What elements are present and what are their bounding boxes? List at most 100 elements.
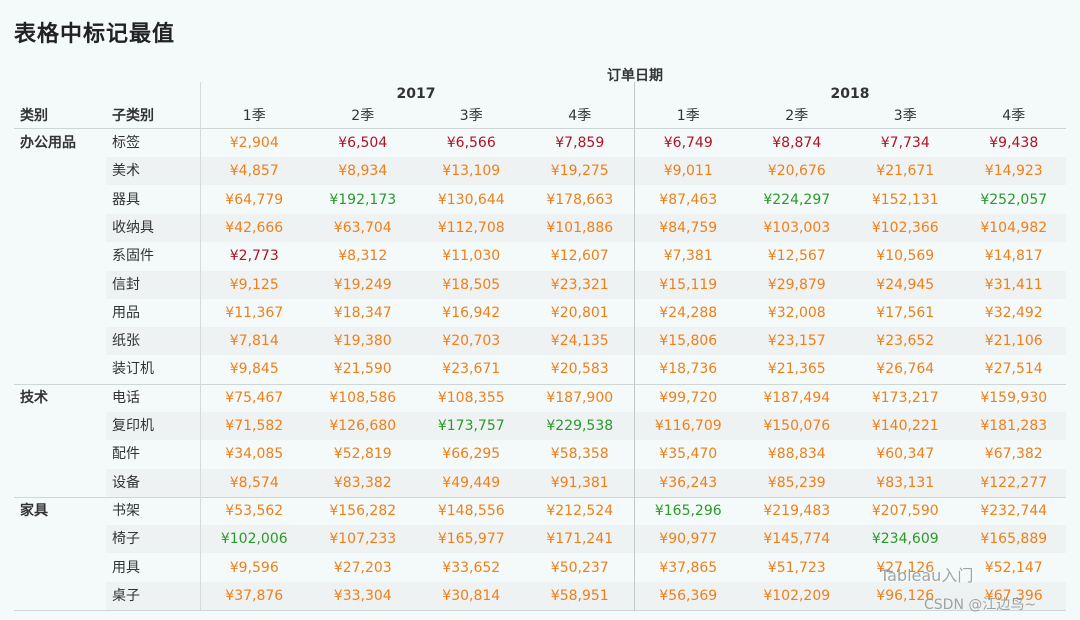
sales-value-cell[interactable]: ¥156,282 bbox=[309, 497, 418, 525]
sales-value-cell[interactable]: ¥63,704 bbox=[309, 214, 418, 242]
sales-value-cell[interactable]: ¥21,365 bbox=[743, 355, 852, 383]
sales-value-cell[interactable]: ¥64,779 bbox=[200, 186, 309, 214]
sales-value-cell[interactable]: ¥6,504 bbox=[309, 129, 418, 157]
sales-value-cell[interactable]: ¥88,834 bbox=[743, 440, 852, 468]
sales-value-cell[interactable]: ¥8,934 bbox=[309, 157, 418, 185]
sales-value-cell[interactable]: ¥102,366 bbox=[851, 214, 960, 242]
sales-value-cell[interactable]: ¥181,283 bbox=[960, 412, 1069, 440]
sales-value-cell[interactable]: ¥27,203 bbox=[309, 554, 418, 582]
sales-value-cell[interactable]: ¥9,438 bbox=[960, 129, 1069, 157]
sales-value-cell[interactable]: ¥37,865 bbox=[634, 554, 743, 582]
sales-value-cell[interactable]: ¥30,814 bbox=[417, 582, 526, 610]
sales-value-cell[interactable]: ¥35,470 bbox=[634, 440, 743, 468]
sales-value-cell[interactable]: ¥32,492 bbox=[960, 299, 1069, 327]
sales-value-cell[interactable]: ¥7,734 bbox=[851, 129, 960, 157]
sales-value-cell[interactable]: ¥224,297 bbox=[743, 186, 852, 214]
sales-value-cell[interactable]: ¥33,304 bbox=[309, 582, 418, 610]
sales-value-cell[interactable]: ¥56,369 bbox=[634, 582, 743, 610]
sales-value-cell[interactable]: ¥42,666 bbox=[200, 214, 309, 242]
sales-value-cell[interactable]: ¥29,879 bbox=[743, 271, 852, 299]
sales-value-cell[interactable]: ¥27,514 bbox=[960, 355, 1069, 383]
sales-value-cell[interactable]: ¥107,233 bbox=[309, 525, 418, 553]
sales-value-cell[interactable]: ¥36,243 bbox=[634, 469, 743, 497]
sales-value-cell[interactable]: ¥87,463 bbox=[634, 186, 743, 214]
sales-value-cell[interactable]: ¥9,596 bbox=[200, 554, 309, 582]
sales-value-cell[interactable]: ¥53,562 bbox=[200, 497, 309, 525]
sales-value-cell[interactable]: ¥7,381 bbox=[634, 242, 743, 270]
sales-value-cell[interactable]: ¥8,874 bbox=[743, 129, 852, 157]
sales-value-cell[interactable]: ¥148,556 bbox=[417, 497, 526, 525]
sales-value-cell[interactable]: ¥21,671 bbox=[851, 157, 960, 185]
sales-value-cell[interactable]: ¥23,157 bbox=[743, 327, 852, 355]
sales-value-cell[interactable]: ¥84,759 bbox=[634, 214, 743, 242]
sales-value-cell[interactable]: ¥10,569 bbox=[851, 242, 960, 270]
sales-value-cell[interactable]: ¥9,011 bbox=[634, 157, 743, 185]
sales-value-cell[interactable]: ¥187,494 bbox=[743, 384, 852, 412]
sales-value-cell[interactable]: ¥219,483 bbox=[743, 497, 852, 525]
sales-value-cell[interactable]: ¥18,347 bbox=[309, 299, 418, 327]
sales-value-cell[interactable]: ¥20,801 bbox=[526, 299, 635, 327]
sales-value-cell[interactable]: ¥9,125 bbox=[200, 271, 309, 299]
sales-value-cell[interactable]: ¥23,321 bbox=[526, 271, 635, 299]
sales-value-cell[interactable]: ¥152,131 bbox=[851, 186, 960, 214]
sales-value-cell[interactable]: ¥20,583 bbox=[526, 355, 635, 383]
sales-value-cell[interactable]: ¥9,845 bbox=[200, 355, 309, 383]
sales-value-cell[interactable]: ¥16,942 bbox=[417, 299, 526, 327]
sales-value-cell[interactable]: ¥66,295 bbox=[417, 440, 526, 468]
sales-value-cell[interactable]: ¥212,524 bbox=[526, 497, 635, 525]
sales-value-cell[interactable]: ¥18,736 bbox=[634, 355, 743, 383]
sales-value-cell[interactable]: ¥150,076 bbox=[743, 412, 852, 440]
sales-value-cell[interactable]: ¥103,003 bbox=[743, 214, 852, 242]
sales-value-cell[interactable]: ¥91,381 bbox=[526, 469, 635, 497]
sales-value-cell[interactable]: ¥187,900 bbox=[526, 384, 635, 412]
sales-value-cell[interactable]: ¥19,380 bbox=[309, 327, 418, 355]
sales-value-cell[interactable]: ¥165,889 bbox=[960, 525, 1069, 553]
sales-value-cell[interactable]: ¥52,147 bbox=[960, 554, 1069, 582]
sales-value-cell[interactable]: ¥165,296 bbox=[634, 497, 743, 525]
sales-value-cell[interactable]: ¥99,720 bbox=[634, 384, 743, 412]
sales-value-cell[interactable]: ¥60,347 bbox=[851, 440, 960, 468]
sales-value-cell[interactable]: ¥173,757 bbox=[417, 412, 526, 440]
sales-value-cell[interactable]: ¥4,857 bbox=[200, 157, 309, 185]
sales-value-cell[interactable]: ¥178,663 bbox=[526, 186, 635, 214]
sales-value-cell[interactable]: ¥83,382 bbox=[309, 469, 418, 497]
sales-value-cell[interactable]: ¥12,607 bbox=[526, 242, 635, 270]
sales-value-cell[interactable]: ¥14,923 bbox=[960, 157, 1069, 185]
sales-value-cell[interactable]: ¥126,680 bbox=[309, 412, 418, 440]
sales-value-cell[interactable]: ¥11,030 bbox=[417, 242, 526, 270]
sales-value-cell[interactable]: ¥108,355 bbox=[417, 384, 526, 412]
sales-value-cell[interactable]: ¥122,277 bbox=[960, 469, 1069, 497]
sales-value-cell[interactable]: ¥171,241 bbox=[526, 525, 635, 553]
sales-value-cell[interactable]: ¥20,676 bbox=[743, 157, 852, 185]
sales-value-cell[interactable]: ¥19,275 bbox=[526, 157, 635, 185]
sales-value-cell[interactable]: ¥102,209 bbox=[743, 582, 852, 610]
sales-value-cell[interactable]: ¥102,006 bbox=[200, 525, 309, 553]
sales-value-cell[interactable]: ¥229,538 bbox=[526, 412, 635, 440]
sales-value-cell[interactable]: ¥75,467 bbox=[200, 384, 309, 412]
sales-value-cell[interactable]: ¥130,644 bbox=[417, 186, 526, 214]
sales-value-cell[interactable]: ¥192,173 bbox=[309, 186, 418, 214]
sales-value-cell[interactable]: ¥11,367 bbox=[200, 299, 309, 327]
sales-value-cell[interactable]: ¥83,131 bbox=[851, 469, 960, 497]
sales-value-cell[interactable]: ¥23,652 bbox=[851, 327, 960, 355]
sales-value-cell[interactable]: ¥71,582 bbox=[200, 412, 309, 440]
sales-value-cell[interactable]: ¥23,671 bbox=[417, 355, 526, 383]
sales-value-cell[interactable]: ¥7,859 bbox=[526, 129, 635, 157]
sales-value-cell[interactable]: ¥21,106 bbox=[960, 327, 1069, 355]
sales-value-cell[interactable]: ¥173,217 bbox=[851, 384, 960, 412]
sales-value-cell[interactable]: ¥90,977 bbox=[634, 525, 743, 553]
sales-value-cell[interactable]: ¥165,977 bbox=[417, 525, 526, 553]
sales-value-cell[interactable]: ¥85,239 bbox=[743, 469, 852, 497]
sales-value-cell[interactable]: ¥15,806 bbox=[634, 327, 743, 355]
sales-value-cell[interactable]: ¥234,609 bbox=[851, 525, 960, 553]
sales-value-cell[interactable]: ¥37,876 bbox=[200, 582, 309, 610]
sales-value-cell[interactable]: ¥116,709 bbox=[634, 412, 743, 440]
sales-value-cell[interactable]: ¥21,590 bbox=[309, 355, 418, 383]
sales-value-cell[interactable]: ¥8,574 bbox=[200, 469, 309, 497]
sales-value-cell[interactable]: ¥14,817 bbox=[960, 242, 1069, 270]
sales-value-cell[interactable]: ¥31,411 bbox=[960, 271, 1069, 299]
sales-value-cell[interactable]: ¥140,221 bbox=[851, 412, 960, 440]
sales-value-cell[interactable]: ¥8,312 bbox=[309, 242, 418, 270]
sales-value-cell[interactable]: ¥159,930 bbox=[960, 384, 1069, 412]
sales-value-cell[interactable]: ¥24,288 bbox=[634, 299, 743, 327]
